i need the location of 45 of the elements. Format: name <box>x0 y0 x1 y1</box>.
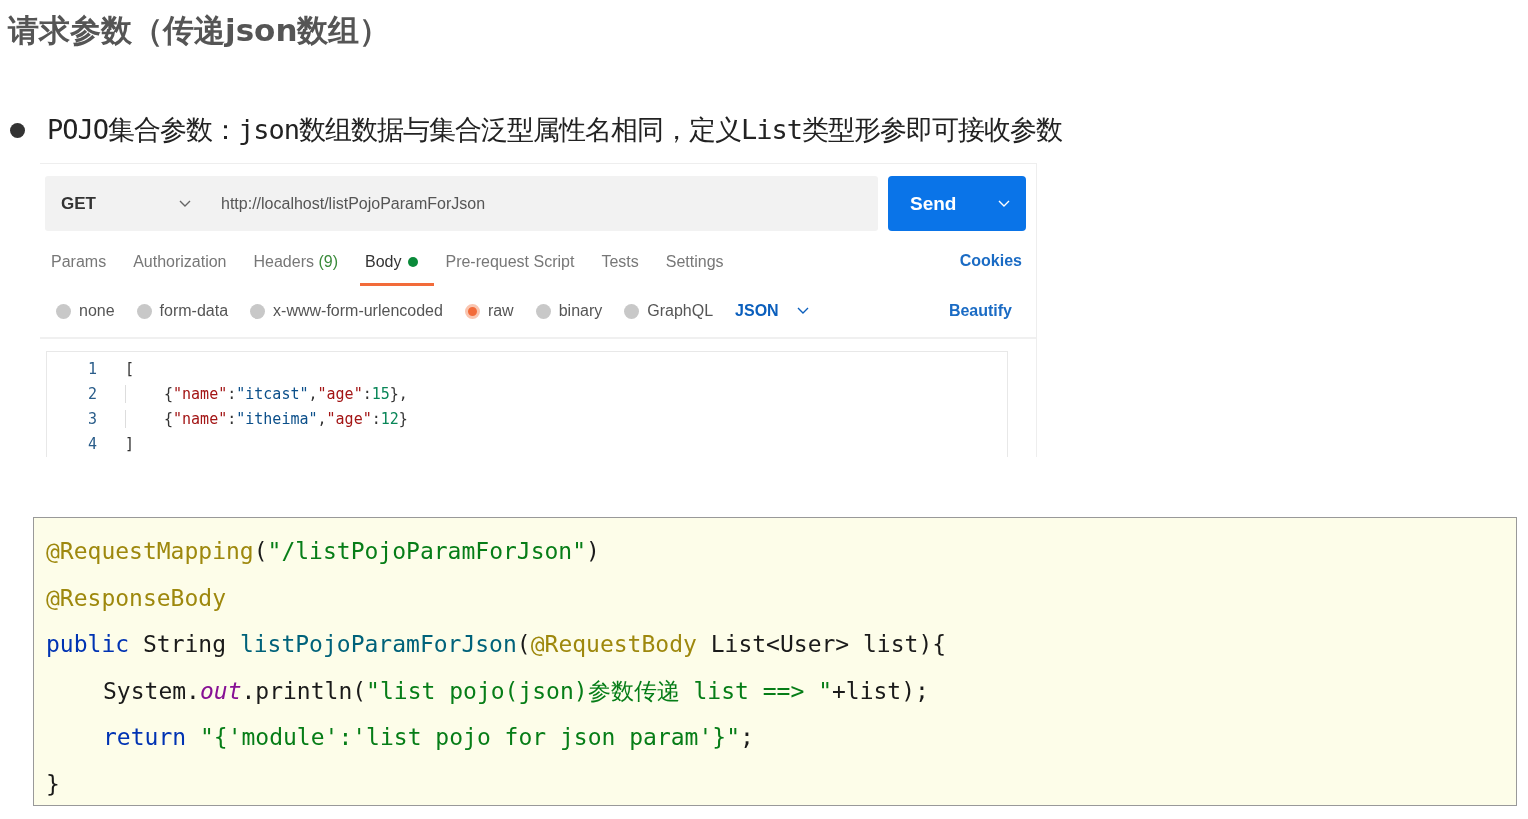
code-line: {"name":"itcast","age":15}, <box>125 384 408 403</box>
code-line: @RequestMapping("/listPojoParamForJson") <box>46 537 601 566</box>
chevron-icon <box>796 307 809 315</box>
code-line: [ <box>125 359 135 378</box>
line-number: 4 <box>86 434 98 453</box>
radio-button[interactable] <box>56 303 71 319</box>
code-line: public String listPojoParamForJson(@RequestBody List<User> list){ <box>46 630 948 659</box>
radio-button[interactable] <box>464 303 480 319</box>
radio-label: form-data <box>159 302 229 320</box>
tab[interactable]: Settings <box>660 242 740 286</box>
code-line: @ResponseBody <box>46 583 227 613</box>
radio-label: raw <box>487 302 514 320</box>
code-line: {"name":"itheima","age":12} <box>125 409 408 428</box>
cookies-link[interactable]: Cookies <box>959 252 1022 270</box>
radio-button[interactable] <box>250 303 266 319</box>
chevron-icon <box>998 199 1010 208</box>
format-dropdown[interactable]: JSON <box>735 302 809 320</box>
tab[interactable]: Tests <box>596 242 655 286</box>
radio-button[interactable] <box>535 303 551 319</box>
tab[interactable]: Body <box>360 242 435 286</box>
radio-label: x-www-form-urlencoded <box>273 302 443 320</box>
tab[interactable]: Authorization <box>128 242 243 286</box>
bullet-text: POJO集合参数：json数组数据与集合泛型属性名相同，定义List类型形参即可接收参数 <box>47 113 1063 147</box>
tab[interactable]: Pre-request Script <box>440 242 591 286</box>
slide-title: 请求参数（传递json数组） <box>8 11 391 50</box>
line-number: 1 <box>86 359 98 378</box>
chevron-icon <box>179 199 191 208</box>
radio-label: GraphQL <box>647 302 714 320</box>
code-line: System.out.println("list pojo(json)参数传递 list ==> "+list); <box>102 676 930 706</box>
radio-button[interactable] <box>136 303 152 319</box>
url-field[interactable]: http://localhost/listPojoParamForJson <box>205 176 878 231</box>
method-dropdown[interactable]: GET <box>45 176 205 231</box>
beautify-link[interactable]: Beautify <box>948 302 1012 320</box>
line-number: 2 <box>86 384 98 403</box>
radio-label: none <box>79 302 115 320</box>
tab[interactable]: Headers (9) <box>248 242 354 286</box>
radio-button[interactable] <box>624 303 640 319</box>
code-line: return "{'module':'list pojo for json param'}"; <box>102 723 755 752</box>
radio-label: binary <box>558 302 603 320</box>
send-button[interactable]: Send <box>888 176 1026 231</box>
code-line: } <box>46 769 61 799</box>
tab[interactable]: Params <box>46 242 123 286</box>
bullet-icon <box>10 122 25 138</box>
code-line: ] <box>125 434 135 453</box>
line-number: 3 <box>86 409 98 428</box>
